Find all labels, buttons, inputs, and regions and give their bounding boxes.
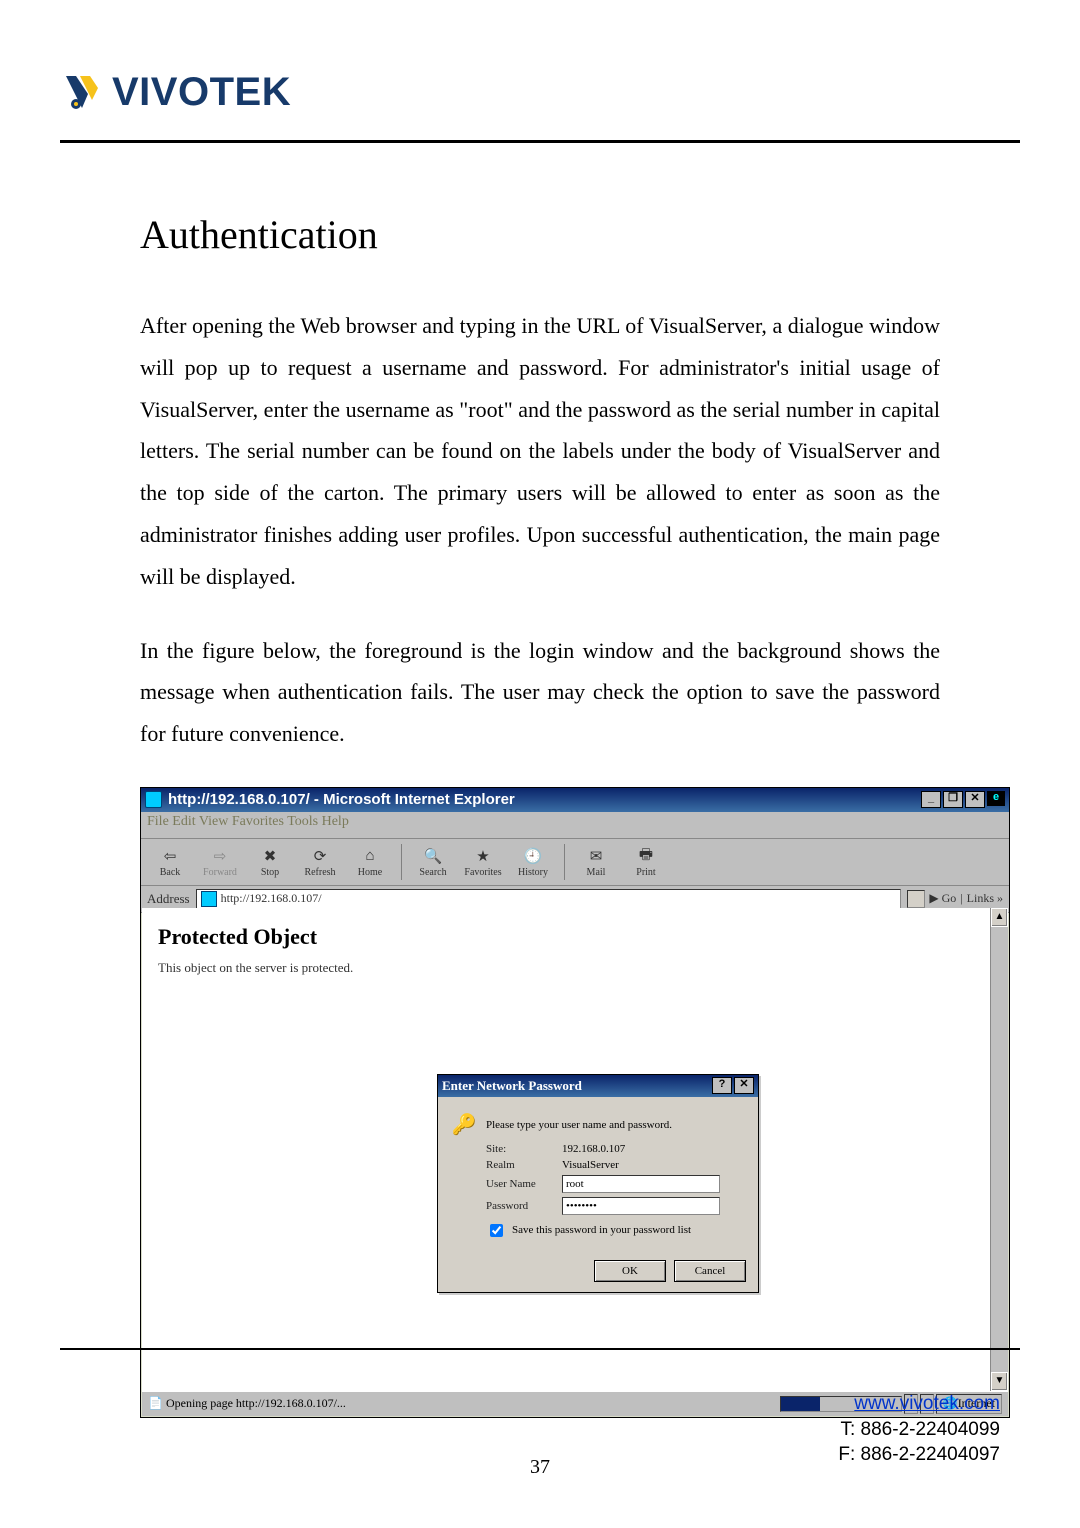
address-label: Address [147,891,190,907]
toolbar-search[interactable]: 🔍Search [410,845,456,878]
toolbar-refresh[interactable]: ⟳Refresh [297,845,343,878]
site-value: 192.168.0.107 [562,1143,746,1155]
minimize-button[interactable]: _ [921,791,941,808]
intro-paragraph-2: In the figure below, the foreground is t… [140,630,940,755]
save-password-checkbox[interactable]: Save this password in your password list [486,1221,746,1240]
status-text: 📄 Opening page http://192.168.0.107/... [148,1396,346,1411]
toolbar-history[interactable]: 🕘History [510,845,556,878]
page-title: Authentication [140,213,940,257]
username-label: User Name [486,1178,554,1190]
toolbar-forward[interactable]: ⇨Forward [197,845,243,878]
toolbar-home[interactable]: ⌂Home [347,845,393,878]
toolbar-mail[interactable]: ✉Mail [573,845,619,878]
links-button[interactable]: Links » [967,891,1003,906]
scroll-down-button[interactable]: ▼ [991,1372,1008,1391]
maximize-button[interactable]: ❐ [943,791,963,808]
auth-dialog: Enter Network Password ?✕ 🔑 Please type … [437,1074,759,1293]
password-label: Password [486,1200,554,1212]
footer-fax: F: 886-2-22404097 [838,1444,1000,1465]
page-icon [201,891,217,907]
address-dropdown-button[interactable] [907,890,925,908]
toolbar-stop[interactable]: ✖Stop [247,845,293,878]
protected-object-text: This object on the server is protected. [158,960,975,976]
ie-window-title: http://192.168.0.107/ - Microsoft Intern… [168,791,515,808]
save-password-box[interactable] [490,1224,503,1237]
dialog-prompt: Please type your user name and password. [486,1119,672,1131]
footer-block: www.vivotek.com T: 886-2-22404099 F: 886… [838,1391,1000,1468]
dialog-close-button[interactable]: ✕ [734,1077,754,1094]
key-icon: 🔑 [450,1111,478,1139]
dialog-help-button[interactable]: ? [712,1077,732,1094]
ie-logo-icon [145,791,162,808]
close-button[interactable]: ✕ [965,791,985,808]
protected-object-heading: Protected Object [158,924,975,950]
screenshot-browser-window: http://192.168.0.107/ - Microsoft Intern… [140,787,1010,1418]
toolbar-back[interactable]: ⇦Back [147,845,193,878]
vertical-scrollbar[interactable]: ▲ ▼ [990,908,1008,1391]
logo-text: VIVOTEK [112,72,291,112]
realm-label: Realm [486,1159,554,1171]
cancel-button[interactable]: Cancel [674,1260,746,1282]
dialog-titlebar: Enter Network Password ?✕ [438,1075,758,1097]
realm-value: VisualServer [562,1159,746,1171]
toolbar-print[interactable]: 🖶Print [623,845,669,878]
password-input[interactable] [562,1197,720,1215]
ie-throbber-icon: e [987,791,1005,806]
toolbar-favorites[interactable]: ★Favorites [460,845,506,878]
site-label: Site: [486,1143,554,1155]
go-button[interactable]: ▶ Go [929,891,956,906]
footer-url[interactable]: www.vivotek.com [854,1393,1000,1414]
ie-menubar[interactable]: File Edit View Favorites Tools Help [141,812,1009,839]
username-input[interactable] [562,1175,720,1193]
footer-tel: T: 886-2-22404099 [840,1419,1000,1440]
toolbar-separator-2 [564,844,565,880]
address-input[interactable]: http://192.168.0.107/ [196,889,902,909]
ie-titlebar: http://192.168.0.107/ - Microsoft Intern… [141,788,1009,812]
dialog-title-text: Enter Network Password [442,1078,582,1094]
scroll-up-button[interactable]: ▲ [991,908,1008,927]
page-number: 37 [140,1456,940,1479]
ok-button[interactable]: OK [594,1260,666,1282]
intro-paragraph-1: After opening the Web browser and typing… [140,305,940,598]
brand-logo: VIVOTEK [60,70,1020,114]
logo-mark-icon [60,70,104,114]
ie-toolbar: ⇦Back ⇨Forward ✖Stop ⟳Refresh ⌂Home 🔍Sea… [141,839,1009,886]
toolbar-separator [401,844,402,880]
footer-rule [60,1348,1020,1350]
